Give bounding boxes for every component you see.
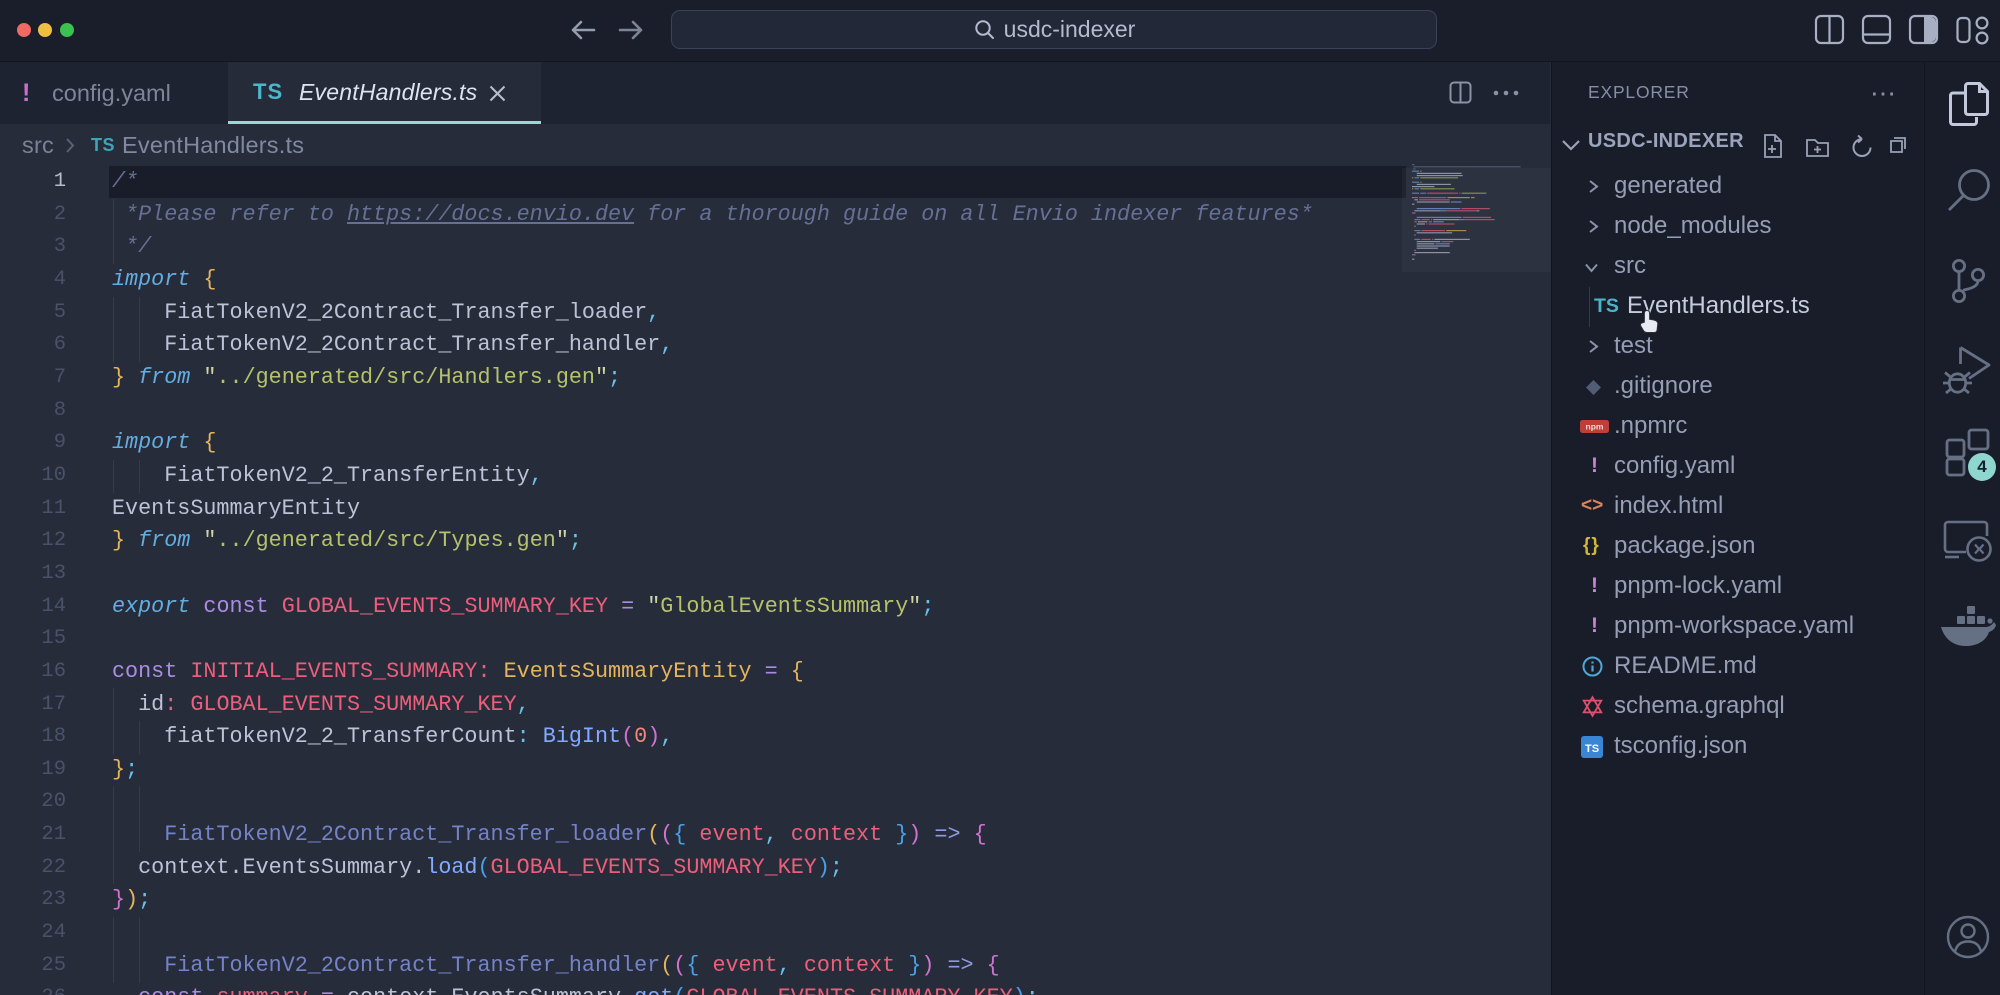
svg-text:TS: TS [1585,743,1599,755]
svg-text:npm: npm [1586,422,1604,432]
